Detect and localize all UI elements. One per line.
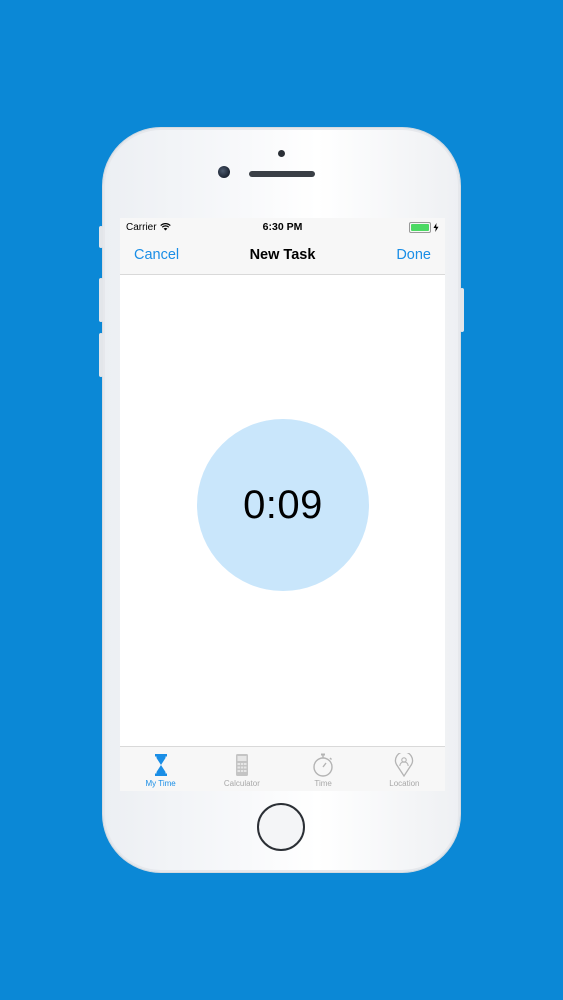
status-bar: Carrier 6:30 PM	[120, 218, 445, 236]
tab-location[interactable]: Location	[364, 747, 445, 791]
status-time: 6:30 PM	[262, 221, 303, 233]
stopwatch-icon	[313, 753, 333, 777]
mute-switch	[99, 226, 103, 248]
tab-time[interactable]: Time	[283, 747, 364, 791]
tab-my-time[interactable]: My Time	[120, 747, 201, 791]
calculator-icon	[235, 754, 248, 776]
phone-frame: Carrier 6:30 PM Cancel New Task Done 0:0…	[99, 128, 464, 872]
battery-fill	[411, 223, 429, 231]
tab-calculator[interactable]: Calculator	[201, 747, 282, 791]
location-pin-icon	[395, 753, 414, 777]
cancel-button[interactable]: Cancel	[134, 247, 179, 263]
done-button[interactable]: Done	[396, 247, 431, 263]
volume-up-button	[99, 278, 103, 322]
volume-down-button	[99, 333, 103, 377]
screen: Carrier 6:30 PM Cancel New Task Done 0:0…	[120, 218, 445, 791]
battery-icon	[409, 221, 431, 233]
tab-label: Calculator	[223, 779, 260, 788]
navigation-bar: Cancel New Task Done	[120, 236, 445, 275]
tab-label: Location	[389, 779, 420, 788]
timer-display: 0:09	[243, 482, 323, 527]
home-button[interactable]	[257, 803, 305, 851]
proximity-sensor	[278, 150, 285, 157]
hourglass-icon	[154, 754, 167, 776]
power-button	[460, 288, 464, 332]
tab-bar: My Time Calculator Time Location	[120, 746, 445, 791]
tab-label: My Time	[145, 779, 176, 788]
timer-circle[interactable]: 0:09	[197, 419, 369, 591]
earpiece-speaker	[249, 171, 315, 177]
tab-label: Time	[314, 779, 332, 788]
front-camera	[218, 166, 230, 178]
main-content: 0:09	[120, 275, 445, 748]
